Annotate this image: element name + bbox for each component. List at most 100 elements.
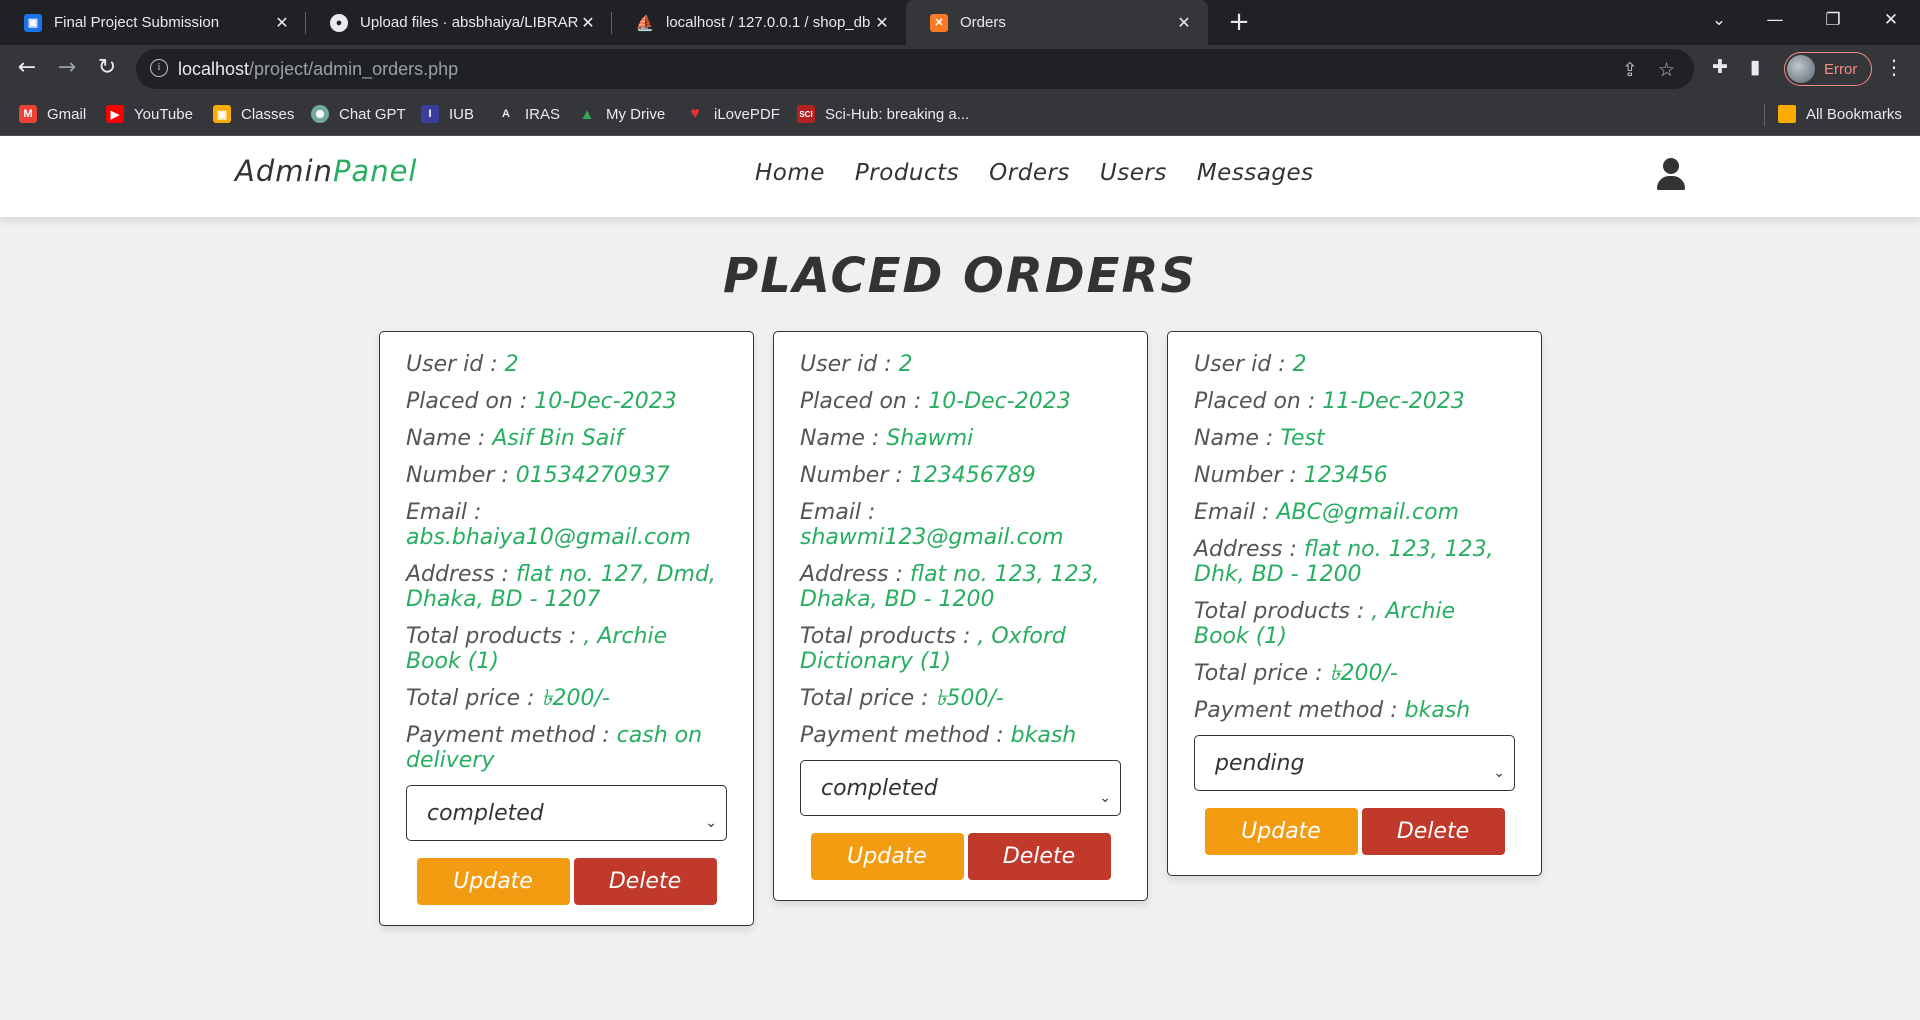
tab-title: Final Project Submission (54, 14, 220, 31)
bookmark-iras[interactable]: A IRAS (497, 103, 560, 125)
tab-orders[interactable]: ✕ Orders ✕ (906, 0, 1208, 45)
bookmarks-bar: M Gmail ▶ YouTube ▣ Classes ✺ Chat GPT I… (0, 92, 1920, 136)
xampp-icon: ✕ (930, 13, 948, 32)
iras-icon: A (502, 108, 510, 120)
bookmark-label: Chat GPT (339, 105, 406, 123)
update-button[interactable]: Update (1204, 808, 1358, 855)
nav-messages[interactable]: Messages (1197, 160, 1314, 186)
close-icon[interactable]: ✕ (1174, 13, 1194, 33)
number-row: Number : 123456 (1194, 463, 1388, 488)
bookmark-gmail[interactable]: M Gmail (19, 103, 86, 125)
tab-upload-files[interactable]: ● Upload files · absbhaiya/LIBRARY ✕ (306, 0, 612, 45)
total-products-row: Total products : , Archie Book (1) (1194, 599, 1456, 649)
close-window-button[interactable]: ✕ (1868, 0, 1914, 40)
site-info-icon[interactable]: i (150, 59, 168, 77)
tab-final-project-submission[interactable]: ▣ Final Project Submission ✕ (0, 0, 306, 45)
placed-on-row: Placed on : 10-Dec-2023 (800, 389, 1071, 414)
user-id-row: User id : 2 (406, 352, 519, 377)
avatar (1787, 55, 1815, 83)
bookmark-scihub[interactable]: SCI Sci-Hub: breaking a... (797, 103, 969, 125)
new-tab-button[interactable]: + (1222, 6, 1256, 40)
bookmark-label: IRAS (525, 105, 561, 123)
delete-button[interactable]: Delete (967, 833, 1111, 880)
user-id-row: User id : 2 (1194, 352, 1307, 377)
chatgpt-icon: ✺ (311, 105, 329, 123)
email-row: Email : ABC@gmail.com (1194, 500, 1460, 525)
payment-method-row: Payment method : bkash (1194, 698, 1471, 723)
name-row: Name : Asif Bin Saif (406, 426, 624, 451)
total-products-row: Total products : , Archie Book (1) (406, 624, 668, 674)
nav-products[interactable]: Products (855, 160, 959, 186)
payment-method-row: Payment method : bkash (800, 723, 1077, 748)
address-row: Address : flat no. 123, 123, Dhaka, BD -… (800, 562, 1100, 612)
delete-button[interactable]: Delete (573, 858, 717, 905)
order-card: User id : 2 Placed on : 11-Dec-2023 Name… (1167, 331, 1542, 876)
url-text: localhost/project/admin_orders.php (178, 59, 459, 79)
bookmark-label: YouTube (134, 105, 193, 123)
user-id-row: User id : 2 (800, 352, 913, 377)
total-price-row: Total price : ৳500/- (800, 686, 1004, 711)
bookmark-label: IUB (449, 105, 475, 123)
bookmark-label: iLovePDF (714, 105, 780, 123)
order-status-select[interactable]: completed (800, 760, 1121, 816)
bookmark-star-icon[interactable]: ☆ (1658, 59, 1675, 81)
google-classroom-icon: ▣ (24, 13, 42, 32)
folder-icon (1778, 105, 1796, 123)
bookmark-ilovepdf[interactable]: ♥ iLovePDF (686, 103, 780, 125)
bookmark-my-drive[interactable]: ▲ My Drive (578, 103, 666, 125)
forward-button[interactable]: → (51, 53, 83, 85)
placed-on-row: Placed on : 10-Dec-2023 (406, 389, 677, 414)
browser-toolbar: ← → ↻ i localhost/project/admin_orders.p… (0, 45, 1920, 92)
reload-button[interactable]: ↻ (91, 53, 123, 85)
google-classroom-icon: ▣ (213, 105, 231, 123)
order-card: User id : 2 Placed on : 10-Dec-2023 Name… (773, 331, 1148, 901)
admin-header: AdminPanel Home Products Orders Users Me… (0, 136, 1920, 217)
update-button[interactable]: Update (810, 833, 964, 880)
side-panel-icon[interactable]: ▮ (1750, 56, 1760, 78)
bookmark-youtube[interactable]: ▶ YouTube (106, 103, 193, 125)
gmail-icon: M (19, 105, 37, 123)
total-products-row: Total products : , Oxford Dictionary (1) (800, 624, 1066, 674)
tab-search-button[interactable]: ⌄ (1696, 0, 1742, 40)
nav-users[interactable]: Users (1100, 160, 1167, 186)
youtube-icon: ▶ (106, 105, 124, 123)
restore-button[interactable]: ❐ (1810, 0, 1856, 40)
email-row: Email : abs.bhaiya10@gmail.com (406, 500, 691, 550)
main-nav: Home Products Orders Users Messages (755, 160, 1314, 186)
placed-on-row: Placed on : 11-Dec-2023 (1194, 389, 1465, 414)
nav-orders[interactable]: Orders (989, 160, 1070, 186)
bookmark-chatgpt[interactable]: ✺ Chat GPT (311, 103, 406, 125)
user-icon[interactable] (1656, 158, 1686, 192)
tab-phpmyadmin[interactable]: ⛵ localhost / 127.0.0.1 / shop_db / ✕ (612, 0, 906, 45)
browser-tab-bar: ▣ Final Project Submission ✕ ● Upload fi… (0, 0, 1920, 45)
minimize-button[interactable]: — (1752, 0, 1798, 40)
extensions-icon[interactable]: ✚ (1712, 56, 1728, 78)
name-row: Name : Test (1194, 426, 1325, 451)
order-card: User id : 2 Placed on : 10-Dec-2023 Name… (379, 331, 754, 926)
menu-icon[interactable]: ⋮ (1884, 57, 1904, 77)
bookmark-label: Sci-Hub: breaking a... (825, 105, 970, 123)
bookmark-iub[interactable]: I IUB (421, 103, 474, 125)
bookmark-label: Gmail (47, 105, 87, 123)
all-bookmarks[interactable]: All Bookmarks (1778, 103, 1902, 125)
order-status-select[interactable]: completed (406, 785, 727, 841)
order-status-select[interactable]: pending (1194, 735, 1515, 791)
delete-button[interactable]: Delete (1361, 808, 1505, 855)
back-button[interactable]: ← (11, 53, 43, 85)
bookmark-classes[interactable]: ▣ Classes (213, 103, 294, 125)
close-icon[interactable]: ✕ (872, 13, 892, 33)
total-price-row: Total price : ৳200/- (1194, 661, 1398, 686)
close-icon[interactable]: ✕ (272, 13, 292, 33)
close-icon[interactable]: ✕ (578, 13, 598, 33)
bookmark-label: Classes (241, 105, 295, 123)
number-row: Number : 123456789 (800, 463, 1036, 488)
address-bar[interactable]: i localhost/project/admin_orders.php ⇪ ☆ (136, 49, 1694, 89)
update-button[interactable]: Update (416, 858, 570, 905)
profile-button[interactable]: Error (1784, 52, 1872, 86)
logo[interactable]: AdminPanel (235, 154, 417, 188)
google-drive-icon: ▲ (579, 105, 595, 123)
tab-title: localhost / 127.0.0.1 / shop_db / (666, 14, 872, 31)
address-row: Address : flat no. 123, 123, Dhk, BD - 1… (1194, 537, 1494, 587)
share-icon[interactable]: ⇪ (1622, 59, 1638, 81)
nav-home[interactable]: Home (755, 160, 825, 186)
